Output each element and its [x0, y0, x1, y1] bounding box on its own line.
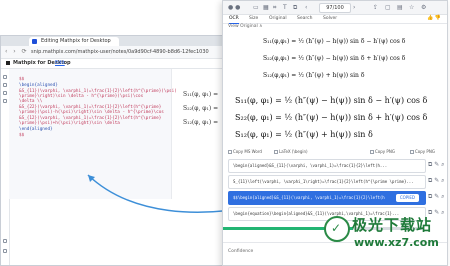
copy-ms-word-option[interactable]: Copy MS Word	[228, 149, 262, 154]
copy-jpg-label: Copy PNG	[415, 149, 435, 154]
checkbox-icon	[410, 150, 414, 154]
feedback-icons[interactable]: 👍 👎	[427, 15, 441, 21]
original-line: S₁₁(φ,φ₁) = ½ (h″(ψ) − h(ψ)) sin δ − h′(…	[263, 38, 406, 45]
view-original-toggle[interactable]: View Original ∧	[228, 24, 262, 29]
checkbox-icon	[228, 150, 232, 154]
page-indicator[interactable]: 97/100	[319, 3, 351, 13]
open-icon[interactable]: ⧉ ✎ ⌕	[428, 193, 445, 201]
result-text: $$\begin{aligned}&S_{11}(\varphi, \varph…	[233, 195, 385, 200]
watermark-logo-icon: ✓	[324, 216, 350, 242]
folder-icon[interactable]: ▢	[385, 4, 391, 11]
tab-search[interactable]: Search	[297, 14, 312, 23]
text-icon[interactable]: T	[283, 4, 287, 11]
open-icon[interactable]: ⧉ ✎ ⌕	[428, 177, 445, 185]
prev-icon[interactable]: ‹	[305, 4, 307, 11]
original-line: S₂₂(φ,φ₁) = ½ (h″(ψ) − h(ψ)) sin δ + h′(…	[263, 55, 406, 62]
crop-icon[interactable]: ⌗	[273, 4, 276, 12]
copy-jpg-option[interactable]: Copy PNG	[410, 149, 435, 154]
result-tabs: OCR Size Original Search Solver 👍 👎	[223, 14, 447, 24]
latex-label: LaTeX (\begin)	[279, 149, 308, 154]
copy-options-bar: Copy MS Word LaTeX (\begin) Copy PNG Cop…	[228, 147, 444, 156]
grid-icon[interactable]: ▦	[263, 4, 269, 11]
latex-option[interactable]: LaTeX (\begin)	[274, 149, 308, 154]
result-row-selected[interactable]: $$\begin{aligned}&S_{11}(\varphi, \varph…	[228, 191, 426, 205]
next-icon[interactable]: ›	[353, 4, 355, 11]
share-icon[interactable]: ⇪	[373, 4, 378, 11]
image-icon[interactable]: ▭	[253, 4, 259, 11]
result-row[interactable]: \begin{aligned}&S_{11}(\varphi, \varphi_…	[228, 159, 426, 173]
window-controls-icon[interactable]: ● ●	[228, 4, 240, 11]
settings-icon[interactable]: ⚙	[421, 4, 426, 11]
watermark-text: 极光下载站	[352, 216, 433, 234]
watermark: ✓ 极光下载站 www.xz7.com	[318, 212, 448, 262]
rendered-equations: S₁₁(φ, φ₁) = ½ (h″(ψ) − h(ψ)) sin δ − h′…	[229, 96, 439, 146]
tab-solver[interactable]: Solver	[323, 14, 337, 23]
confidence-label: Confidence	[228, 249, 254, 254]
checkbox-icon	[274, 150, 278, 154]
copy-icon[interactable]: ⧉	[293, 4, 297, 12]
copied-badge[interactable]: COPIED	[395, 194, 419, 202]
copy-png-label: Copy PNG	[375, 149, 395, 154]
rendered-line: S₁₁(φ, φ₁) = ½ (h″(ψ) − h(ψ)) sin δ − h′…	[235, 96, 428, 105]
tab-original[interactable]: Original	[269, 14, 287, 23]
result-row[interactable]: S_{11}\left(\varphi, \varphi_1\right)=\f…	[228, 175, 426, 189]
copy-png-option[interactable]: Copy PNG	[370, 149, 395, 154]
result-text: \begin{aligned}&S_{11}(\varphi, \varphi_…	[233, 163, 388, 168]
snip-toolbar: ● ● ▭ ▦ ⌗ T ⧉ ‹ 97/100 › ⇪ ▢ ▤ ☆ ⚙	[223, 1, 447, 15]
tab-ocr[interactable]: OCR	[229, 14, 239, 24]
checkbox-icon	[370, 150, 374, 154]
calendar-icon[interactable]: ▤	[397, 4, 403, 11]
open-icon[interactable]: ⧉ ✎ ⌕	[428, 161, 445, 169]
original-line: S₁₂(φ,φ₁) = ½ (h″(ψ) + h(ψ)) sin δ	[263, 72, 365, 79]
copy-ms-word-label: Copy MS Word	[233, 149, 262, 154]
original-snip-image: S₁₁(φ,φ₁) = ½ (h″(ψ) − h(ψ)) sin δ − h′(…	[263, 36, 423, 88]
rendered-line: S₂₂(φ, φ₁) = ½ (h″(ψ) − h(ψ)) sin δ + h′…	[235, 113, 428, 122]
rendered-line: S₁₂(φ, φ₁) = ½ (h″(ψ) + h(ψ)) sin δ	[235, 130, 373, 139]
result-text: S_{11}\left(\varphi, \varphi_1\right)=\f…	[233, 179, 414, 184]
watermark-url: www.xz7.com	[354, 236, 439, 249]
tab-size[interactable]: Size	[249, 14, 258, 23]
star-icon[interactable]: ☆	[409, 4, 414, 11]
